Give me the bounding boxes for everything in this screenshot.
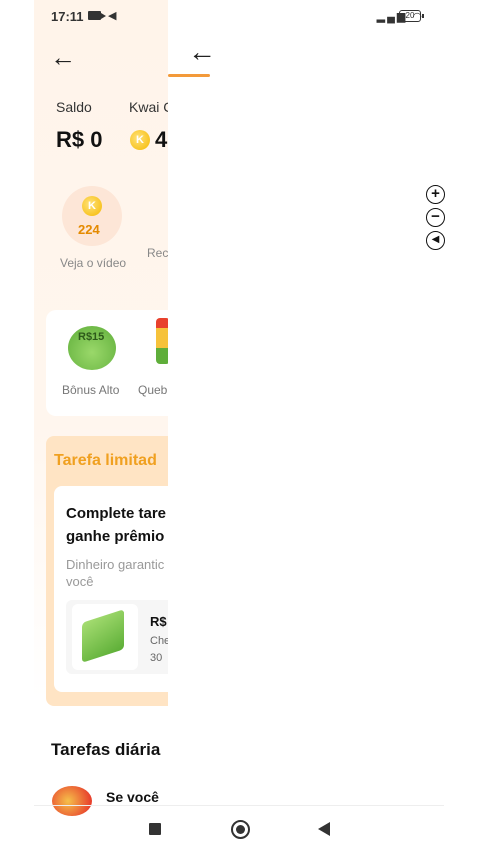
watch-video-label: Veja o vídeo	[60, 256, 127, 270]
sound-icon[interactable]: ◀	[426, 231, 445, 250]
nav-back-icon[interactable]	[318, 822, 330, 836]
task-subtitle-line: você	[66, 574, 94, 589]
webview-overlay: ← ▂▄▆ ◠ 20 + − ◀	[168, 0, 480, 854]
nav-home-icon[interactable]	[231, 820, 250, 839]
kwai-rewards-page: 17:11 ◀ ← Saldo R$ 0 Kwai C K 4 K 224 Ve…	[34, 0, 168, 854]
nav-recents-icon[interactable]	[149, 823, 161, 835]
bonus-tag: R$15	[78, 331, 105, 343]
camera-icon	[88, 11, 106, 20]
limited-task-title: Tarefa limitad	[54, 452, 157, 469]
task-heading-line: ganhe prêmio	[66, 528, 165, 545]
watch-video-coins: 224	[78, 222, 100, 237]
coin-icon: K	[82, 196, 102, 216]
daily-tasks-title: Tarefas diária	[51, 740, 161, 759]
task-subtitle: Dinheiro garantic você	[66, 556, 168, 590]
break-label: Queb	[138, 383, 168, 397]
rec-label: Rec	[147, 246, 168, 260]
reward-description: Che 30	[150, 633, 168, 667]
kwai-coins-value: 4	[155, 127, 168, 152]
reward-description-line: Che	[150, 635, 168, 647]
reward-value: R$	[150, 614, 167, 629]
reward-description-line: 30	[150, 652, 163, 664]
back-arrow-icon[interactable]: ←	[188, 38, 216, 66]
zoom-out-icon[interactable]: −	[426, 208, 445, 227]
task-subtitle-line: Dinheiro garantic	[66, 557, 165, 572]
slot-machine-icon[interactable]	[156, 318, 168, 364]
back-arrow-icon[interactable]: ←	[50, 44, 76, 70]
task-heading-line: Complete tare	[66, 505, 167, 522]
watch-video-button[interactable]	[62, 186, 122, 246]
status-time: 17:11	[51, 9, 84, 24]
zoom-in-icon[interactable]: +	[426, 185, 445, 204]
task-heading: Complete tare ganhe prêmio	[66, 502, 168, 548]
nav-divider	[34, 805, 444, 806]
battery-icon: 20	[399, 10, 424, 22]
daily-task-icon	[52, 786, 92, 816]
coin-icon: K	[130, 130, 150, 150]
saldo-value: R$ 0	[56, 127, 103, 152]
speaker-icon: ◀	[108, 10, 117, 22]
saldo-label: Saldo	[56, 99, 92, 115]
bonus-alto-label: Bônus Alto	[62, 383, 120, 397]
kwai-coins-label: Kwai C	[129, 99, 168, 115]
tab-indicator	[168, 74, 210, 77]
daily-task-item[interactable]: Se você	[106, 789, 159, 805]
